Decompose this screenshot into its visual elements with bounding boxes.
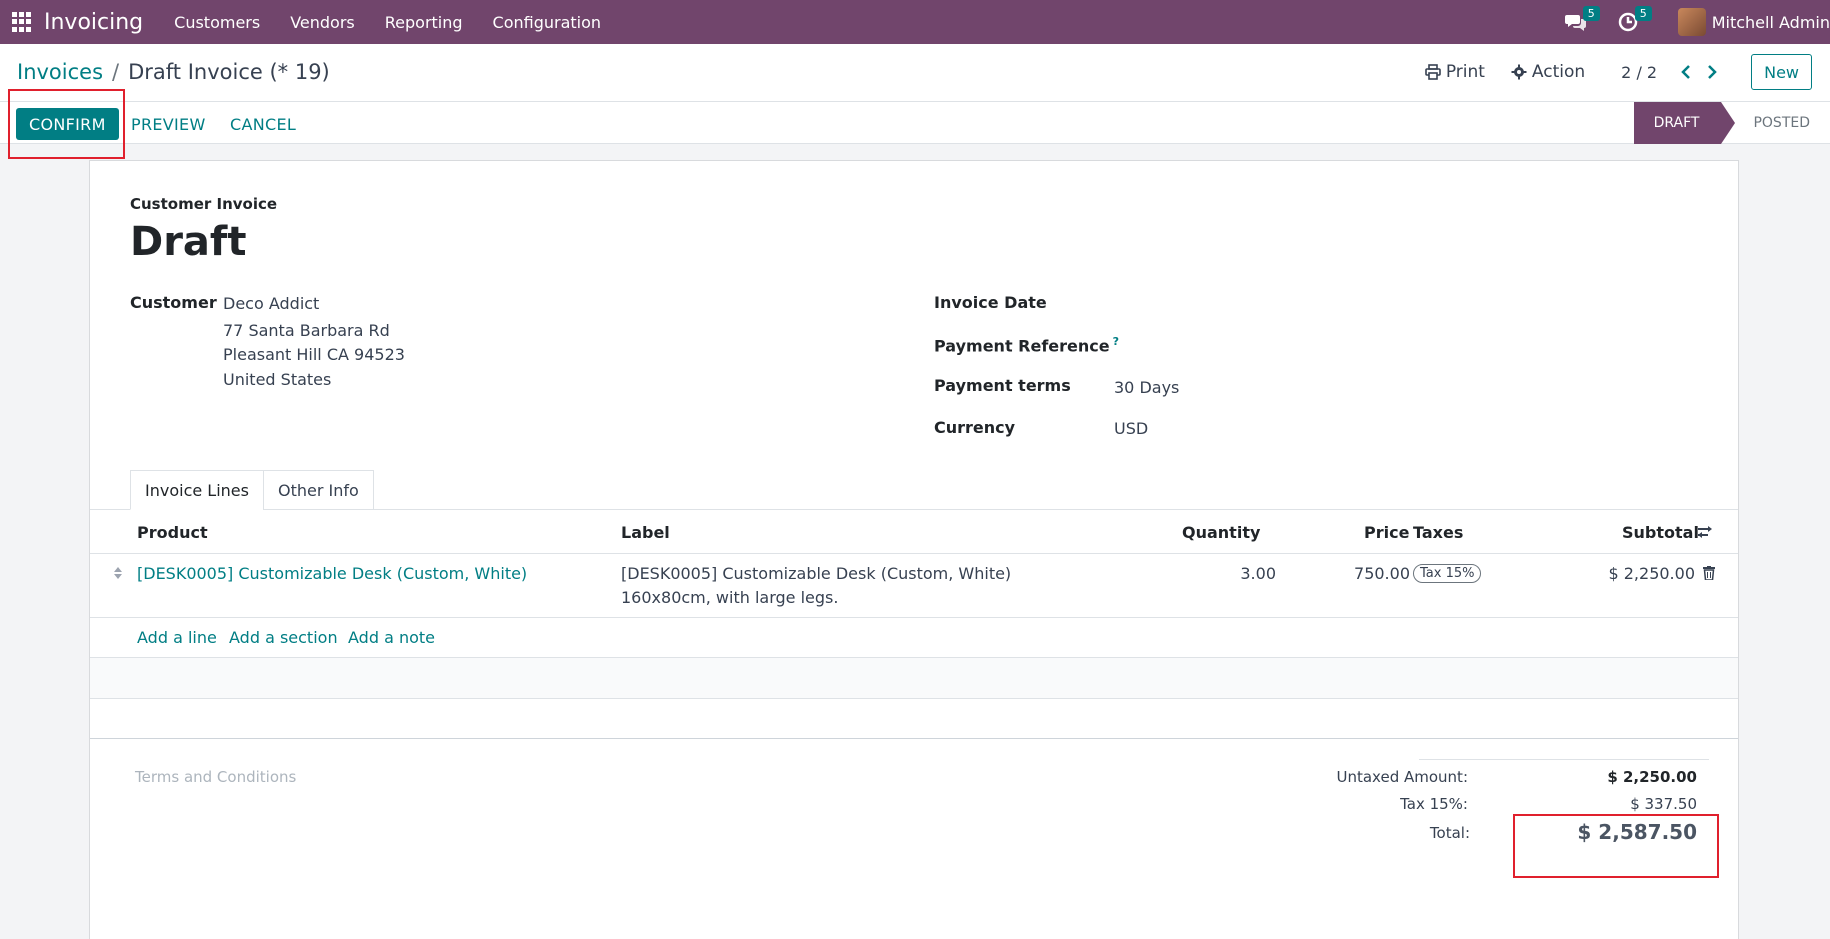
control-panel: Invoices / Draft Invoice (* 19) Print Ac… <box>0 44 1830 144</box>
payment-reference-label-text: Payment Reference <box>934 336 1110 356</box>
customer-address-line2: Pleasant Hill CA 94523 <box>223 345 405 364</box>
breadcrumb-separator: / <box>112 60 120 84</box>
breadcrumb-current: Draft Invoice (* 19) <box>128 60 330 84</box>
tab-other-info[interactable]: Other Info <box>262 470 374 510</box>
customer-address-line3: United States <box>223 370 332 389</box>
top-navbar: Invoicing Customers Vendors Reporting Co… <box>0 0 1830 44</box>
customer-label: Customer <box>130 293 217 312</box>
print-icon <box>1425 64 1441 80</box>
customer-name[interactable]: Deco Addict <box>223 294 319 313</box>
col-product[interactable]: Product <box>137 523 208 542</box>
customer-address-line1: 77 Santa Barbara Rd <box>223 321 390 340</box>
activities-button[interactable]: 5 <box>1614 6 1652 34</box>
add-line-link[interactable]: Add a line <box>137 628 217 647</box>
untaxed-amount-label: Untaxed Amount: <box>1336 768 1469 786</box>
gear-icon <box>1511 64 1527 80</box>
invoice-sheet: Customer Invoice Draft Customer Deco Add… <box>89 160 1739 939</box>
line-tax-badge[interactable]: Tax 15% <box>1413 564 1482 583</box>
breadcrumb-invoices[interactable]: Invoices <box>17 60 103 84</box>
confirm-highlight <box>8 89 125 159</box>
totals-divider <box>1419 759 1709 760</box>
col-quantity[interactable]: Quantity <box>1182 523 1260 542</box>
line-product[interactable]: [DESK0005] Customizable Desk (Custom, Wh… <box>137 564 527 583</box>
pager-value[interactable]: 2 / 2 <box>1621 63 1657 82</box>
add-section-link[interactable]: Add a section <box>229 628 338 647</box>
messages-button[interactable]: 5 <box>1562 6 1600 34</box>
col-price[interactable]: Price <box>1364 523 1409 542</box>
cancel-button[interactable]: CANCEL <box>230 108 296 140</box>
payment-reference-label: Payment Reference? <box>934 335 1119 355</box>
chevron-right-icon[interactable] <box>1706 64 1718 80</box>
tax-value: $ 337.50 <box>1630 795 1697 813</box>
currency-field[interactable]: USD <box>1114 419 1148 438</box>
breadcrumb: Invoices / Draft Invoice (* 19) <box>17 60 330 84</box>
control-divider <box>0 101 1830 102</box>
messages-badge: 5 <box>1582 6 1600 21</box>
add-note-link[interactable]: Add a note <box>348 628 435 647</box>
chevron-left-icon[interactable] <box>1680 64 1692 80</box>
payment-terms-field[interactable]: 30 Days <box>1114 378 1179 397</box>
line-label-2[interactable]: 160x80cm, with large legs. <box>621 588 838 607</box>
menu-reporting[interactable]: Reporting <box>385 13 463 32</box>
invoice-date-label: Invoice Date <box>934 293 1047 312</box>
total-highlight <box>1513 814 1719 878</box>
col-subtotal[interactable]: Subtotal <box>1622 523 1699 542</box>
print-label: Print <box>1445 62 1485 82</box>
col-taxes[interactable]: Taxes <box>1413 523 1463 542</box>
user-menu[interactable]: Mitchell Admin <box>1712 13 1830 32</box>
line-price[interactable]: 750.00 <box>1310 564 1410 583</box>
invoice-type-label: Customer Invoice <box>130 195 278 213</box>
line-label-1[interactable]: [DESK0005] Customizable Desk (Custom, Wh… <box>621 564 1011 583</box>
invoice-title: Draft <box>130 219 247 265</box>
help-tooltip-icon[interactable]: ? <box>1113 335 1119 348</box>
drag-handle-icon[interactable] <box>113 565 123 581</box>
payment-terms-label: Payment terms <box>934 376 1071 395</box>
line-subtotal: $ 2,250.00 <box>1608 564 1695 583</box>
new-button[interactable]: New <box>1751 54 1812 90</box>
menu-vendors[interactable]: Vendors <box>290 13 355 32</box>
print-button[interactable]: Print <box>1425 62 1485 82</box>
action-button[interactable]: Action <box>1511 62 1585 82</box>
notebook-tabs: Invoice Lines Other Info <box>130 470 374 510</box>
user-avatar[interactable] <box>1677 8 1706 36</box>
trash-icon[interactable] <box>1703 566 1715 580</box>
menu-configuration[interactable]: Configuration <box>493 13 602 32</box>
terms-and-conditions-field[interactable]: Terms and Conditions <box>135 768 296 786</box>
action-label: Action <box>1531 62 1586 82</box>
currency-label: Currency <box>934 418 1016 437</box>
activities-badge: 5 <box>1634 6 1652 21</box>
optional-columns-icon[interactable] <box>1697 524 1713 540</box>
total-label: Total: <box>1429 824 1470 842</box>
untaxed-amount-value: $ 2,250.00 <box>1607 768 1697 786</box>
empty-row <box>90 658 1738 698</box>
line-quantity[interactable]: 3.00 <box>1186 564 1276 583</box>
status-bar: DRAFT POSTED <box>1633 102 1830 144</box>
apps-menu-icon[interactable] <box>12 12 32 32</box>
status-posted[interactable]: POSTED <box>1721 102 1830 144</box>
menu-customers[interactable]: Customers <box>174 13 260 32</box>
col-label[interactable]: Label <box>621 523 670 542</box>
tab-invoice-lines[interactable]: Invoice Lines <box>130 470 264 510</box>
preview-button[interactable]: PREVIEW <box>131 108 206 140</box>
tax-label: Tax 15%: <box>1400 795 1468 813</box>
app-brand[interactable]: Invoicing <box>44 10 143 35</box>
status-draft[interactable]: DRAFT <box>1633 102 1736 144</box>
